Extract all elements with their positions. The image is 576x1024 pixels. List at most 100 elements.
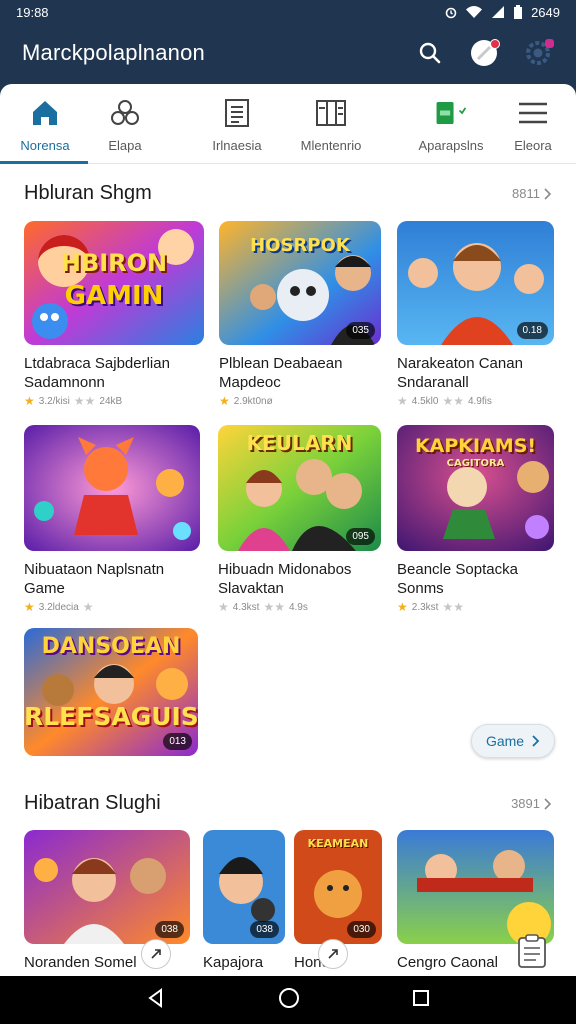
game-rating: ★ 3.2/kisi ★★ 24kB: [24, 394, 204, 408]
section-header: Hbluran Shgm 8811: [24, 182, 552, 205]
section-title: Hibatran Slughi: [24, 792, 161, 814]
star-icon: ★★: [263, 600, 285, 614]
battery-icon: [514, 4, 523, 19]
game-badge: 030: [347, 921, 376, 938]
game-name-line2: Game: [24, 580, 65, 597]
rating-value: 3.2/kisi: [38, 395, 70, 407]
tab-home[interactable]: Norensa: [0, 96, 90, 153]
game-thumbnail: KEAMEAN 030: [294, 830, 382, 944]
columns-icon: [316, 100, 346, 126]
recents-icon: [413, 989, 429, 1006]
active-tab-indicator: [0, 161, 88, 164]
game-card[interactable]: KEULARN 095 Hibuadn Midonabos Slavaktan …: [218, 425, 381, 614]
game-badge: 035: [346, 322, 375, 339]
game-thumbnail: HOSRPOK 035: [219, 221, 381, 345]
action-chip-button[interactable]: [318, 939, 348, 969]
game-name-line2: Sndaranall: [397, 374, 469, 391]
tab-document[interactable]: Irlnaesia: [192, 96, 282, 153]
rating-value: 3.2ldecia: [38, 601, 79, 613]
game-card[interactable]: HOSRPOK 035 Plblean Deabaean Mapdeoc ★ 2…: [219, 221, 381, 408]
settings-button[interactable]: [522, 37, 554, 69]
wifi-icon: [466, 6, 483, 19]
thumbnail-title: KEULARN: [246, 431, 353, 455]
game-card[interactable]: HBIRON GAMIN Ltdabraca Sajbderlian Sadam…: [24, 221, 204, 408]
thumbnail-subtitle: GAMIN: [64, 281, 164, 311]
game-rating: ★ 3.2ldecia ★: [24, 600, 200, 614]
star-icon: ★: [218, 600, 229, 614]
star-icon: ★★: [442, 600, 464, 614]
game-badge: 038: [155, 921, 184, 938]
green-app-icon: [436, 101, 467, 125]
game-name-line1: Beancle Soptacka: [397, 561, 518, 578]
game-thumbnail: 038: [203, 830, 285, 944]
back-button[interactable]: [146, 987, 166, 1013]
game-name-line2: Slavaktan: [218, 580, 284, 597]
home-circle-icon: [279, 987, 299, 1008]
game-button-label: Game: [485, 733, 525, 749]
game-card[interactable]: KAPKIAMS! CAGITORA Beancle Soptacka Sonm…: [397, 425, 554, 614]
game-card[interactable]: 038 Kapajora: [203, 830, 285, 972]
game-name: Ltdabraca Sajbderlian Sadamnonn: [24, 354, 204, 392]
rating-value: 2.9kt0nø: [233, 395, 273, 407]
section-more-link[interactable]: 8811: [512, 186, 552, 201]
recents-button[interactable]: [412, 989, 430, 1012]
game-name-line1: Ltdabraca Sajbderlian: [24, 355, 170, 372]
game-name: Kapajora: [203, 954, 264, 971]
rating-value: 2.3kst: [411, 601, 439, 613]
search-icon: [419, 42, 441, 64]
tab-apps[interactable]: Aparapslns: [406, 96, 496, 153]
game-badge: 095: [346, 528, 375, 545]
rating-extra: 4.9s: [288, 601, 308, 613]
game-rating: ★ 4.5kl0 ★★ 4.9fis: [397, 394, 554, 408]
tab-group[interactable]: Elapa: [80, 96, 170, 153]
notification-badge: [490, 39, 500, 49]
section-title: Hbluran Shgm: [24, 182, 152, 204]
rating-extra: 4.9fis: [467, 395, 492, 407]
status-time: 19:88: [16, 4, 49, 20]
tab-label: Irlnaesia: [212, 138, 262, 153]
game-badge: 0.18: [516, 322, 548, 339]
tab-columns[interactable]: Mlentenrio: [286, 96, 376, 153]
rating-value: 4.3kst: [232, 601, 260, 613]
content-sheet: Norensa Elapa Irlnaesia Mlentenrio Apara…: [0, 84, 576, 976]
game-name-line1: Narakeaton Canan: [397, 355, 523, 372]
thumbnail-title: DANSOEAN: [41, 634, 181, 659]
action-chip-button[interactable]: [141, 939, 171, 969]
section-more-count: 3891: [511, 796, 540, 811]
home-button[interactable]: [278, 987, 300, 1014]
game-thumbnail: [24, 425, 200, 551]
profile-button[interactable]: [468, 37, 500, 69]
rating-value: 4.5kl0: [411, 395, 439, 407]
section-header: Hibatran Slughi 3891: [24, 792, 552, 815]
tab-label: Elapa: [108, 138, 142, 153]
clipboard-button[interactable]: [516, 933, 548, 969]
game-name: Hibuadn Midonabos Slavaktan: [218, 560, 381, 598]
back-icon: [148, 987, 162, 1008]
star-icon: ★★: [73, 394, 96, 408]
tab-menu[interactable]: Eleora: [488, 96, 576, 153]
star-icon: ★: [397, 600, 408, 614]
settings-badge: [545, 39, 554, 48]
game-card[interactable]: DANSOEAN RLEFSAGUIS 013: [24, 628, 198, 756]
document-icon: [225, 99, 249, 127]
home-icon: [33, 101, 57, 125]
game-card[interactable]: Nibuataon Naplsnatn Game ★ 3.2ldecia ★: [24, 425, 200, 614]
menu-icon: [519, 102, 547, 124]
game-name: Narakeaton Canan Sndaranall: [397, 354, 554, 392]
search-button[interactable]: [414, 37, 446, 69]
game-card[interactable]: 0.18 Narakeaton Canan Sndaranall ★ 4.5kl…: [397, 221, 554, 408]
section-more-link[interactable]: 3891: [511, 796, 552, 811]
group-icon: [111, 100, 139, 125]
star-icon: ★: [82, 600, 94, 614]
rating-extra: 24kB: [99, 395, 123, 407]
game-badge: 038: [250, 921, 279, 938]
tab-label: Norensa: [20, 138, 70, 153]
thumbnail-title: HBIRON: [60, 249, 168, 277]
app-title: Marckpolaplnanon: [22, 40, 205, 65]
game-name: Nibuataon Naplsnatn Game: [24, 560, 200, 598]
app-bar: Marckpolaplnanon: [0, 24, 576, 82]
game-thumbnail: KAPKIAMS! CAGITORA: [397, 425, 554, 551]
game-more-button[interactable]: Game: [471, 724, 555, 758]
game-thumbnail: KEULARN 095: [218, 425, 381, 551]
game-thumbnail: 038: [24, 830, 190, 944]
